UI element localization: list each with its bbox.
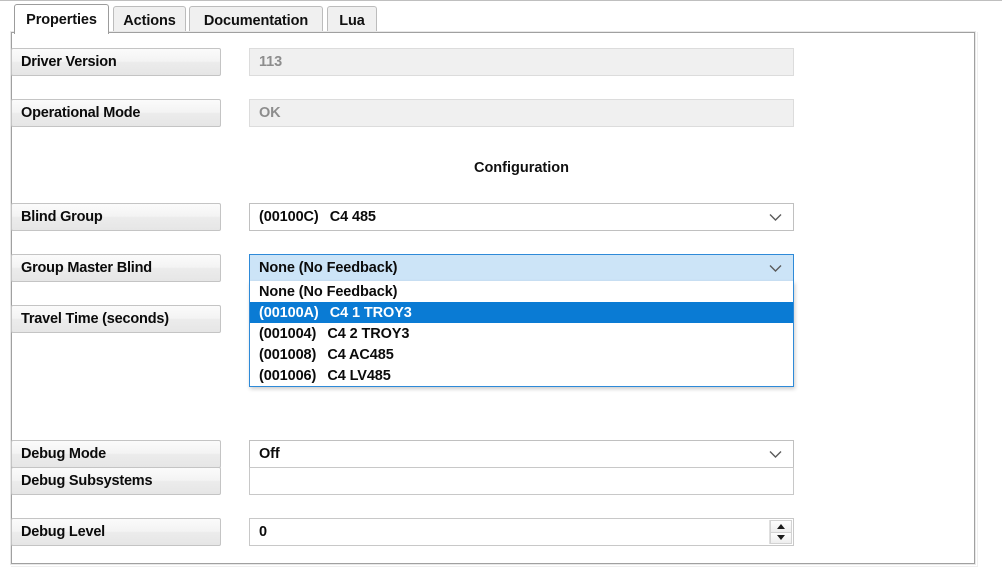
field-group-master-blind[interactable]: None (No Feedback) — [249, 254, 794, 282]
label-driver-version: Driver Version — [11, 48, 221, 76]
label-travel-time-seconds: Travel Time (seconds) — [11, 305, 221, 333]
label-debug-level: Debug Level — [11, 518, 221, 546]
tab-strip: Properties Actions Documentation Lua — [0, 0, 1002, 34]
field-blind-group[interactable]: (00100C) C4 485 — [249, 203, 794, 231]
property-row: Operational Mode OK — [0, 99, 1002, 127]
property-row: Debug Subsystems — [0, 467, 1002, 495]
dropdown-option[interactable]: (001008) C4 AC485 — [250, 344, 793, 365]
field-value: Off — [259, 446, 280, 462]
spinner-down-arrow-icon[interactable] — [770, 531, 792, 544]
property-row: Blind Group (00100C) C4 485 — [0, 203, 1002, 231]
spinner-up-arrow-icon[interactable] — [770, 520, 792, 532]
dropdown-option[interactable]: (001006) C4 LV485 — [250, 365, 793, 386]
label-operational-mode: Operational Mode — [11, 99, 221, 127]
debug-level-stepper[interactable] — [769, 520, 792, 544]
tab-properties[interactable]: Properties — [14, 4, 109, 34]
property-row: Driver Version 113 — [0, 48, 1002, 76]
tab-documentation[interactable]: Documentation — [189, 6, 323, 34]
field-debug-level[interactable]: 0 — [249, 518, 794, 546]
label-debug-mode: Debug Mode — [11, 440, 221, 468]
chevron-down-icon — [767, 441, 783, 467]
dropdown-option[interactable]: None (No Feedback) — [250, 281, 793, 302]
chevron-down-icon — [767, 204, 783, 230]
tab-actions[interactable]: Actions — [113, 6, 186, 34]
property-row: Debug Level 0 — [0, 518, 1002, 546]
field-driver-version: 113 — [249, 48, 794, 76]
dropdown-option[interactable]: (001004) C4 2 TROY3 — [250, 323, 793, 344]
label-debug-subsystems: Debug Subsystems — [11, 467, 221, 495]
field-value: 0 — [259, 524, 267, 540]
field-debug-mode[interactable]: Off — [249, 440, 794, 468]
field-value: (00100C) C4 485 — [259, 209, 376, 225]
chevron-down-icon — [767, 255, 783, 281]
property-row: Group Master Blind None (No Feedback) — [0, 254, 1002, 282]
field-operational-mode: OK — [249, 99, 794, 127]
configuration-section-header: Configuration — [473, 160, 570, 176]
property-row: Debug Mode Off — [0, 440, 1002, 468]
field-debug-subsystems[interactable] — [249, 467, 794, 495]
field-value: None (No Feedback) — [259, 260, 398, 276]
label-group-master-blind: Group Master Blind — [11, 254, 221, 282]
group-master-blind-dropdown-list[interactable]: None (No Feedback) (00100A) C4 1 TROY3 (00… — [249, 281, 794, 387]
label-blind-group: Blind Group — [11, 203, 221, 231]
dropdown-option[interactable]: (00100A) C4 1 TROY3 — [250, 302, 793, 323]
tab-lua[interactable]: Lua — [327, 6, 377, 34]
